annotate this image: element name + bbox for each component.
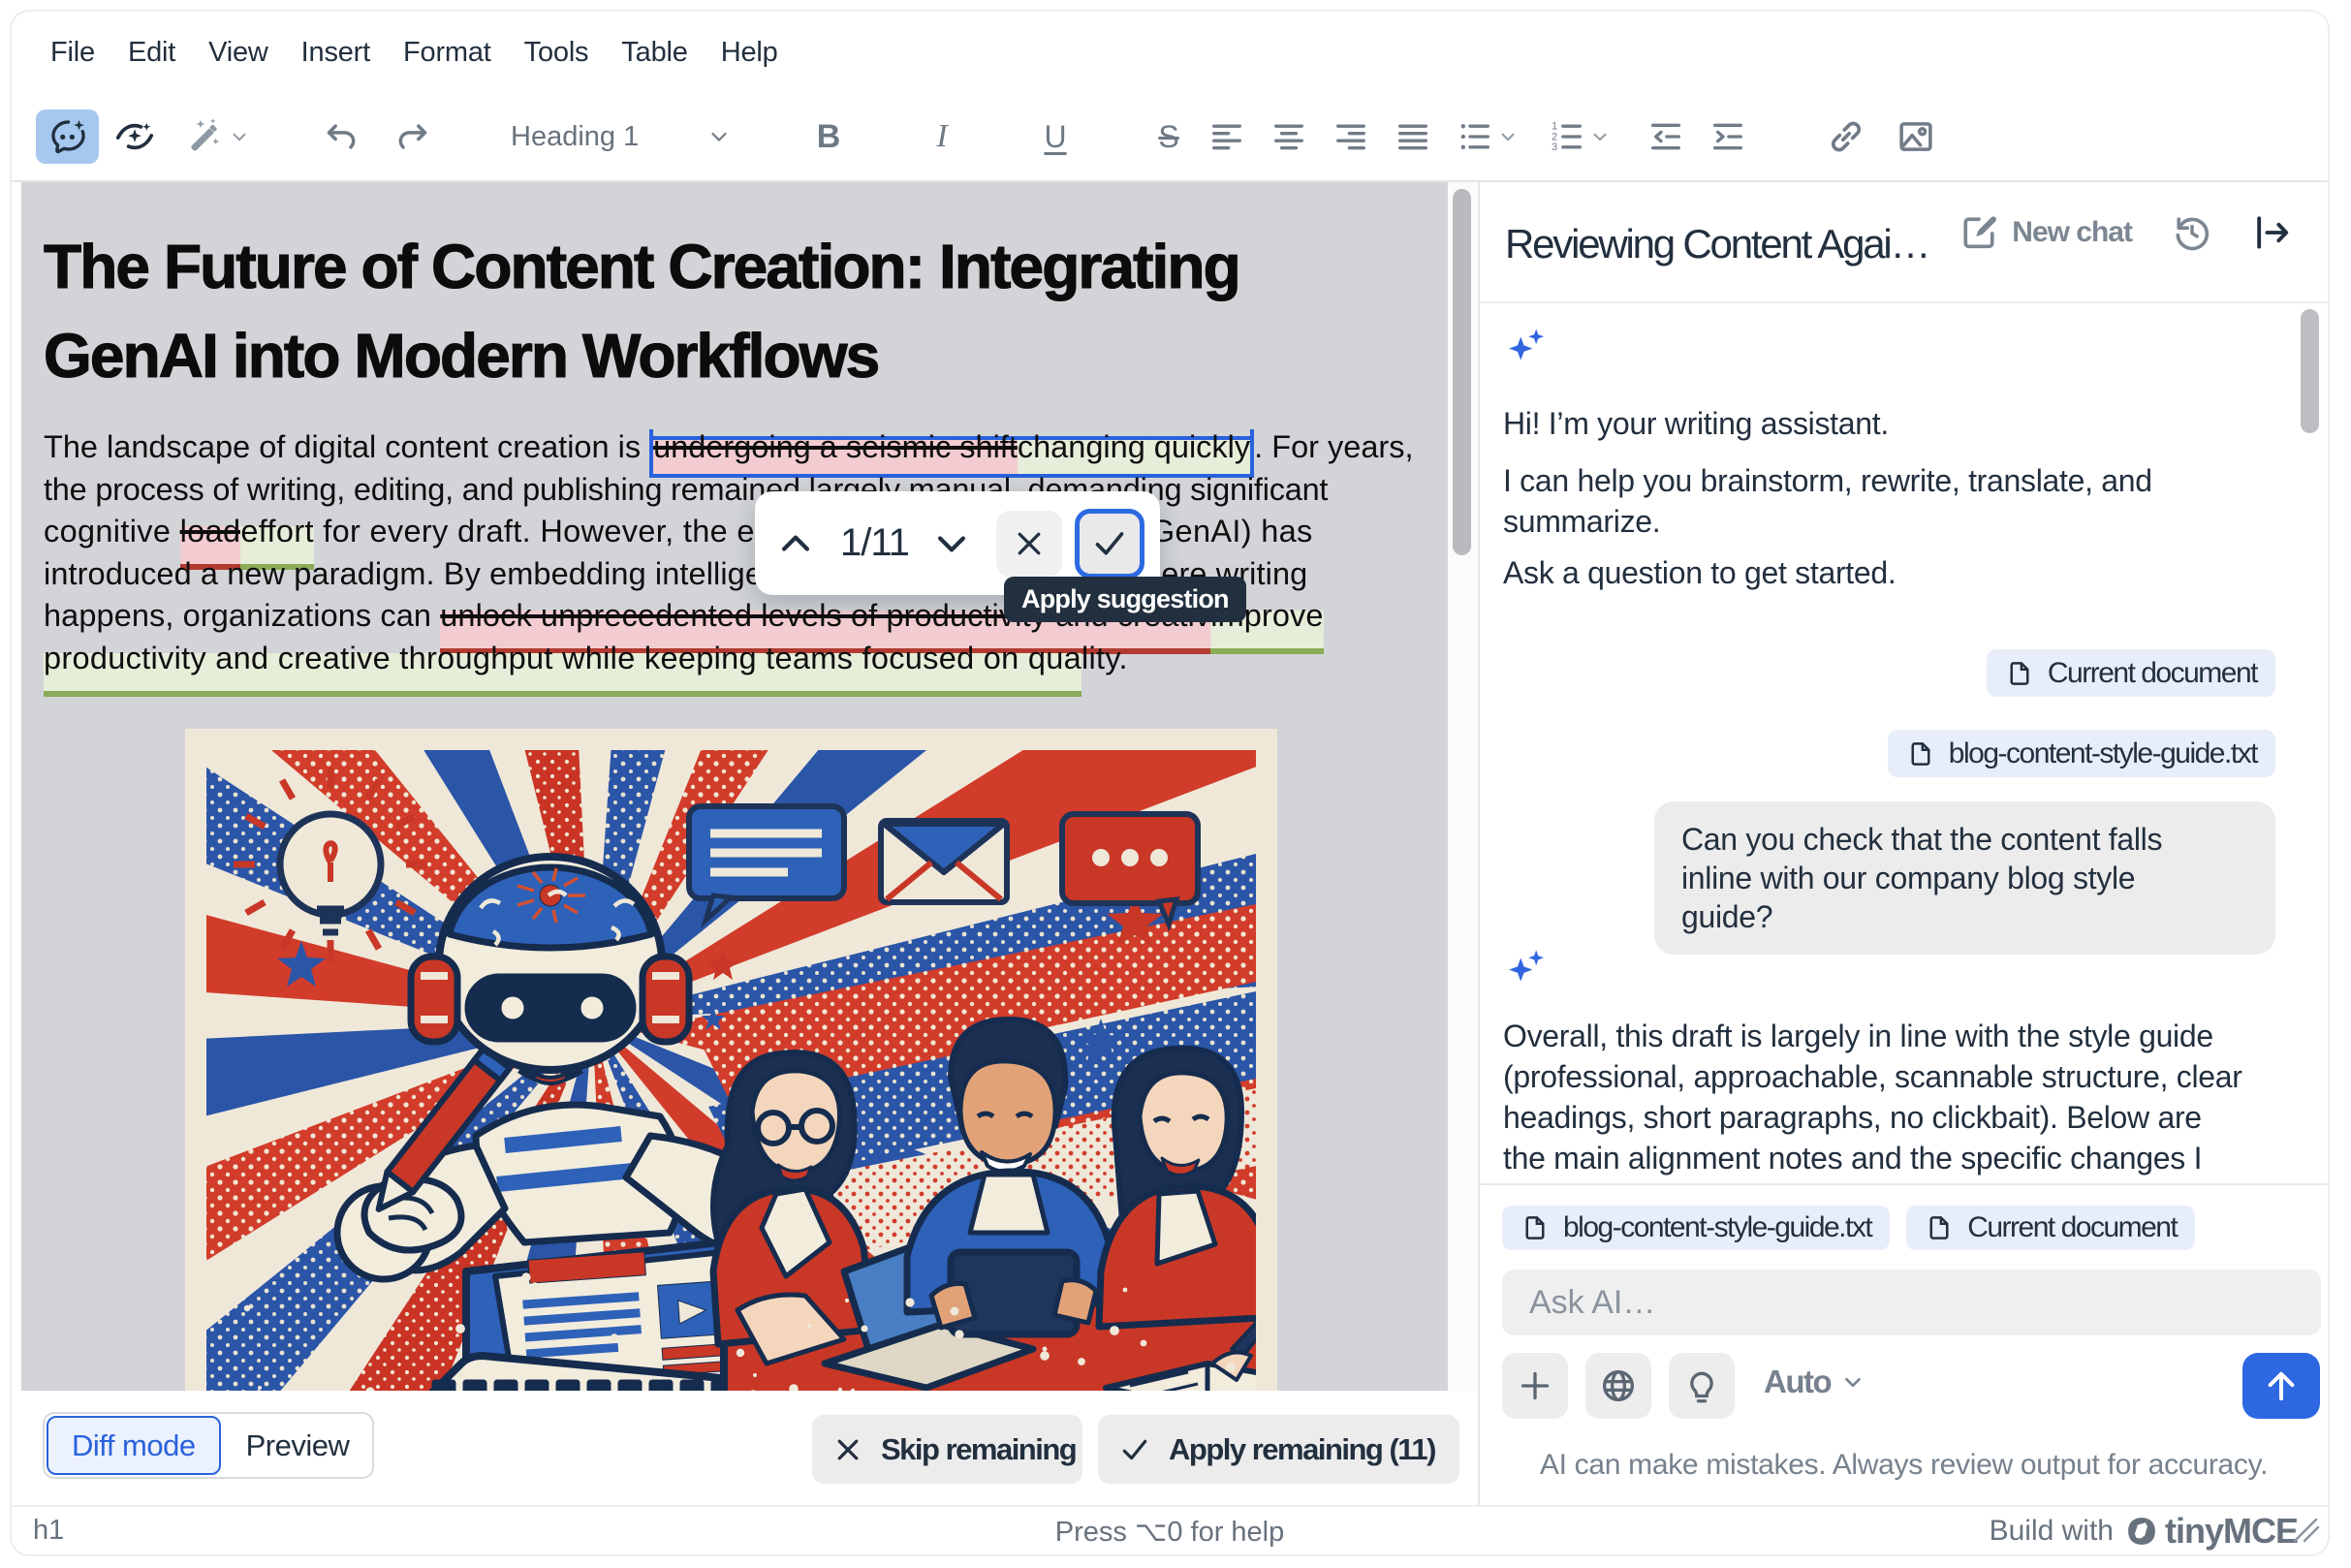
svg-text:3: 3 bbox=[1552, 141, 1557, 153]
